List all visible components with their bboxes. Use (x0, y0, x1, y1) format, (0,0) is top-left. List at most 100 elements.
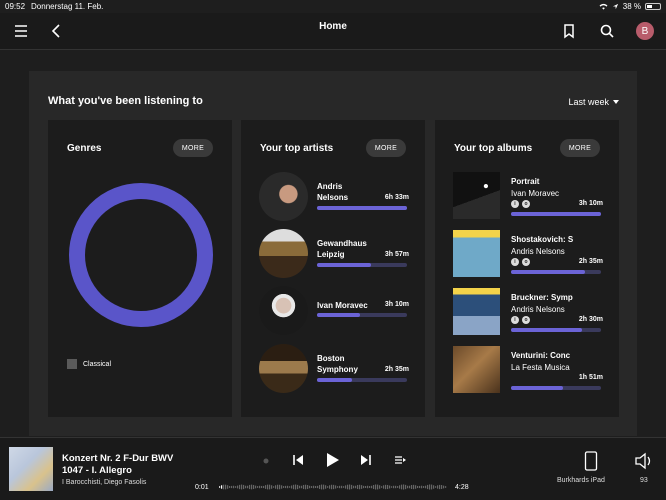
album-row[interactable]: Portrait Ivan Moravec io 3h 10m (453, 172, 603, 222)
more-label: MORE (181, 144, 205, 152)
genre-donut-chart[interactable] (68, 182, 214, 328)
album-badges: io (511, 316, 530, 324)
albums-title: Your top albums (454, 143, 533, 154)
quality-icon: o (522, 316, 530, 324)
waveform-scrubber[interactable] (219, 482, 447, 492)
album-progress (511, 270, 601, 274)
hires-icon: i (511, 258, 519, 266)
album-artist: La Festa Musica (511, 363, 570, 372)
album-artist: Andris Nelsons (511, 305, 565, 314)
album-title: Venturini: Conc (511, 351, 571, 360)
track-artist[interactable]: I Barocchisti, Diego Fasolis (62, 479, 146, 486)
hires-icon: i (511, 200, 519, 208)
genre-slice-classical (69, 183, 213, 327)
status-bar: 09:52 Donnerstag 11. Feb. 38 % (0, 0, 666, 13)
now-playing-cover[interactable] (9, 447, 53, 491)
album-progress (511, 328, 601, 332)
battery-percent: 38 % (622, 2, 641, 11)
radio-icon[interactable] (262, 457, 270, 465)
volume-level: 93 (640, 477, 648, 484)
artist-name: Andris (317, 182, 343, 191)
track-title[interactable]: Konzert Nr. 2 F-Dur BWV 1047 - I. Allegr… (62, 453, 187, 477)
albums-card: Your top albums MORE Portrait Ivan Morav… (435, 120, 619, 417)
album-cover (453, 346, 500, 393)
artist-time: 2h 35m (384, 366, 409, 373)
artist-name: Leipzig (317, 250, 345, 259)
artists-title: Your top artists (260, 143, 334, 154)
album-time: 1h 51m (578, 374, 603, 381)
album-artist: Andris Nelsons (511, 247, 565, 256)
album-time: 3h 10m (578, 200, 603, 207)
device-label[interactable]: Burkhards iPad (557, 477, 605, 484)
quality-icon: o (522, 200, 530, 208)
artists-more-button[interactable]: MORE (366, 139, 406, 157)
album-progress (511, 386, 601, 390)
album-title: Shostakovich: S (511, 235, 574, 244)
artist-time: 6h 33m (384, 194, 409, 201)
artist-photo (259, 344, 308, 393)
artist-row[interactable]: Andris Nelsons 6h 33m (259, 172, 409, 222)
album-row[interactable]: Bruckner: Symp Andris Nelsons io 2h 30m (453, 288, 603, 338)
previous-icon[interactable] (291, 453, 305, 467)
artists-card: Your top artists MORE Andris Nelsons 6h … (241, 120, 425, 417)
tablet-icon[interactable] (584, 451, 598, 471)
albums-more-button[interactable]: MORE (560, 139, 600, 157)
avatar-letter: B (641, 25, 649, 37)
artist-photo (259, 229, 308, 278)
status-date: Donnerstag 11. Feb. (31, 2, 104, 11)
duration-time: 4:28 (455, 484, 469, 491)
search-icon[interactable] (598, 22, 616, 40)
artist-progress (317, 378, 407, 382)
period-label: Last week (568, 97, 609, 107)
more-label: MORE (374, 144, 398, 152)
artist-row[interactable]: Gewandhaus Leipzig 3h 57m (259, 229, 409, 279)
top-bar: Home B (0, 13, 666, 50)
elapsed-time: 0:01 (195, 484, 209, 491)
album-cover (453, 230, 500, 277)
listening-panel: What you've been listening to Last week … (29, 71, 637, 436)
play-icon[interactable] (323, 451, 341, 469)
artist-name: Ivan Moravec (317, 301, 368, 310)
artist-time: 3h 57m (384, 251, 409, 258)
artist-time: 3h 10m (384, 301, 409, 308)
album-time: 2h 30m (578, 316, 603, 323)
legend-swatch (67, 359, 77, 369)
quality-icon: o (522, 258, 530, 266)
album-artist: Ivan Moravec (511, 189, 560, 198)
location-icon (612, 3, 618, 10)
avatar[interactable]: B (636, 22, 654, 40)
chevron-down-icon (613, 100, 619, 104)
artist-progress (317, 263, 407, 267)
period-dropdown[interactable]: Last week (568, 97, 619, 107)
genre-legend: Classical (67, 359, 111, 369)
artist-row[interactable]: Boston Symphony 2h 35m (259, 344, 409, 394)
artist-progress (317, 313, 407, 317)
volume-icon[interactable] (634, 452, 654, 470)
album-cover (453, 172, 500, 219)
hires-icon: i (511, 316, 519, 324)
artist-name: Symphony (317, 365, 358, 374)
legend-label: Classical (83, 360, 112, 368)
album-cover (453, 288, 500, 335)
artist-name: Gewandhaus (317, 239, 367, 248)
artist-photo (259, 172, 308, 221)
album-title: Bruckner: Symp (511, 293, 573, 302)
status-time: 09:52 (5, 2, 26, 11)
album-title: Portrait (511, 177, 540, 186)
genres-card: Genres MORE Classical (48, 120, 232, 417)
album-progress (511, 212, 601, 216)
album-time: 2h 35m (578, 258, 603, 265)
artist-row[interactable]: Ivan Moravec 3h 10m (259, 286, 409, 336)
album-badges: io (511, 200, 530, 208)
queue-icon[interactable] (393, 453, 407, 467)
panel-title: What you've been listening to (48, 95, 203, 107)
album-row[interactable]: Venturini: Conc La Festa Musica 1h 51m (453, 346, 603, 396)
artist-name: Nelsons (317, 193, 349, 202)
genres-title: Genres (67, 143, 102, 154)
album-badges: io (511, 258, 530, 266)
bookmark-icon[interactable] (560, 22, 578, 40)
next-icon[interactable] (359, 453, 373, 467)
genres-more-button[interactable]: MORE (173, 139, 213, 157)
album-row[interactable]: Shostakovich: S Andris Nelsons io 2h 35m (453, 230, 603, 280)
artist-photo (259, 286, 308, 335)
